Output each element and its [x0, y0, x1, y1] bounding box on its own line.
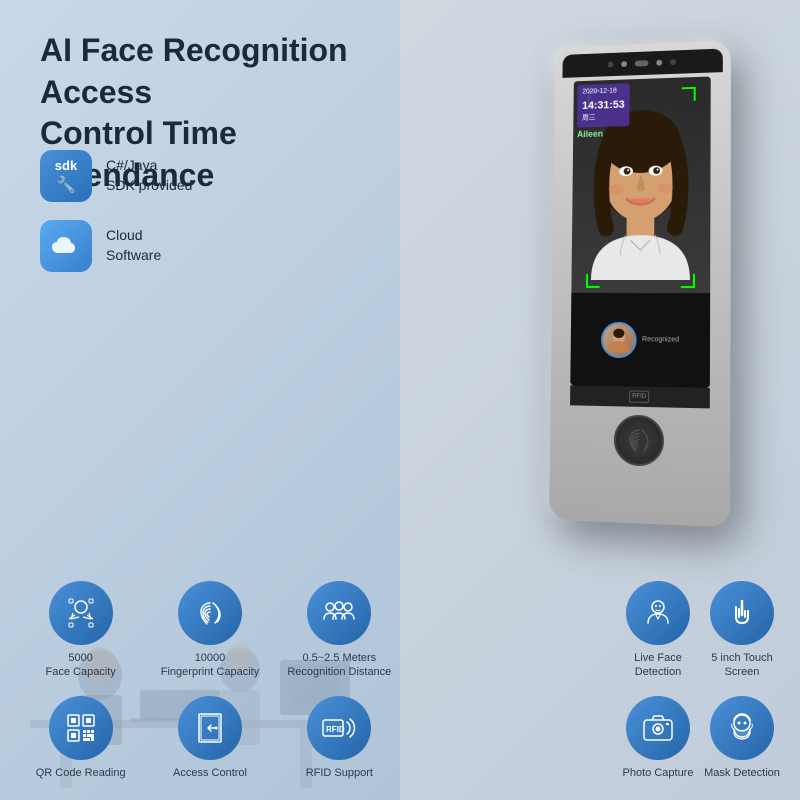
device-screen: 2020-12-18 14:31:53 周三 Aileen Rec: [570, 76, 710, 387]
feature-qr: QR Code Reading: [20, 696, 141, 780]
device-sensors: [562, 48, 722, 77]
photo-icon: [626, 696, 690, 760]
features-grid-right: Live Face Detection 5 inch Touch Screen: [620, 581, 780, 780]
mask-icon: [710, 696, 774, 760]
cloud-icon: [51, 235, 81, 257]
corner-br: [681, 274, 695, 288]
device-fingerprint-reader: [614, 414, 664, 466]
feature-rfid: RFID RFID Support: [279, 696, 400, 780]
fingerprint-icon: [178, 581, 242, 645]
sensor-camera: [635, 60, 649, 66]
rfid-label: RFID Support: [306, 766, 373, 780]
features-grid-left: 5000Face Capacity 10000Fingerprint Capac…: [20, 581, 400, 780]
face-capacity-label: 5000Face Capacity: [46, 651, 116, 680]
sdk-line1: C#/Java: [106, 157, 157, 173]
qr-icon: [49, 696, 113, 760]
cloud-section: Cloud Software: [40, 220, 161, 272]
device-outer: 2020-12-18 14:31:53 周三 Aileen Rec: [549, 40, 731, 527]
distance-icon: [307, 581, 371, 645]
device: 2020-12-18 14:31:53 周三 Aileen Rec: [550, 40, 750, 580]
fingerprint-label: 10000Fingerprint Capacity: [161, 651, 259, 680]
sdk-line2: SDK provided: [106, 177, 192, 193]
sdk-text: C#/Java SDK provided: [106, 156, 192, 195]
device-rfid-strip: RFID: [570, 385, 710, 408]
face-capacity-icon: [49, 581, 113, 645]
rfid-indicator: RFID: [629, 390, 649, 403]
cloud-badge: [40, 220, 92, 272]
screen-day: 周三: [582, 113, 625, 124]
rfid-feature-icon: RFID: [307, 696, 371, 760]
distance-label: 0.5~2.5 MetersRecognition Distance: [287, 651, 391, 680]
qr-label: QR Code Reading: [36, 766, 126, 780]
corner-bl: [586, 274, 600, 288]
feature-photo: Photo Capture: [620, 696, 696, 780]
mask-label: Mask Detection: [704, 766, 780, 780]
svg-text:RFID: RFID: [326, 725, 345, 734]
feature-touch-screen: 5 inch Touch Screen: [704, 581, 780, 680]
screen-name: Aileen: [577, 129, 603, 139]
feature-live-face: Live Face Detection: [620, 581, 696, 680]
touch-screen-label: 5 inch Touch Screen: [704, 651, 780, 680]
touch-screen-icon: [710, 581, 774, 645]
screen-info-bar: 2020-12-18 14:31:53 周三: [577, 83, 630, 127]
sensor-2: [621, 61, 627, 67]
sensor-1: [608, 62, 614, 68]
corner-tr: [682, 87, 696, 101]
access-icon: [178, 696, 242, 760]
sdk-icon: 🔧: [56, 175, 76, 195]
live-face-label: Live Face Detection: [620, 651, 696, 680]
sensor-3: [656, 60, 662, 66]
photo-label: Photo Capture: [623, 766, 694, 780]
screen-time: 14:31:53: [582, 97, 625, 114]
sdk-label: sdk: [55, 158, 77, 173]
cloud-line1: Cloud: [106, 227, 143, 243]
sdk-badge: sdk 🔧: [40, 150, 92, 202]
live-face-icon: [626, 581, 690, 645]
feature-access: Access Control: [149, 696, 270, 780]
sdk-section: sdk 🔧 C#/Java SDK provided: [40, 150, 192, 202]
cloud-text: Cloud Software: [106, 226, 161, 265]
screen-bottom: Recognized: [570, 293, 710, 388]
access-label: Access Control: [173, 766, 247, 780]
feature-mask: Mask Detection: [704, 696, 780, 780]
screen-status: Recognized: [642, 336, 679, 343]
sensor-4: [670, 59, 676, 65]
feature-face-capacity: 5000Face Capacity: [20, 581, 141, 680]
screen-face-area: 2020-12-18 14:31:53 周三 Aileen: [571, 76, 710, 293]
screen-avatar: [600, 321, 636, 357]
feature-fingerprint: 10000Fingerprint Capacity: [149, 581, 270, 680]
feature-distance: 0.5~2.5 MetersRecognition Distance: [279, 581, 400, 680]
cloud-line2: Software: [106, 247, 161, 263]
title-line1: AI Face Recognition Access: [40, 32, 348, 110]
